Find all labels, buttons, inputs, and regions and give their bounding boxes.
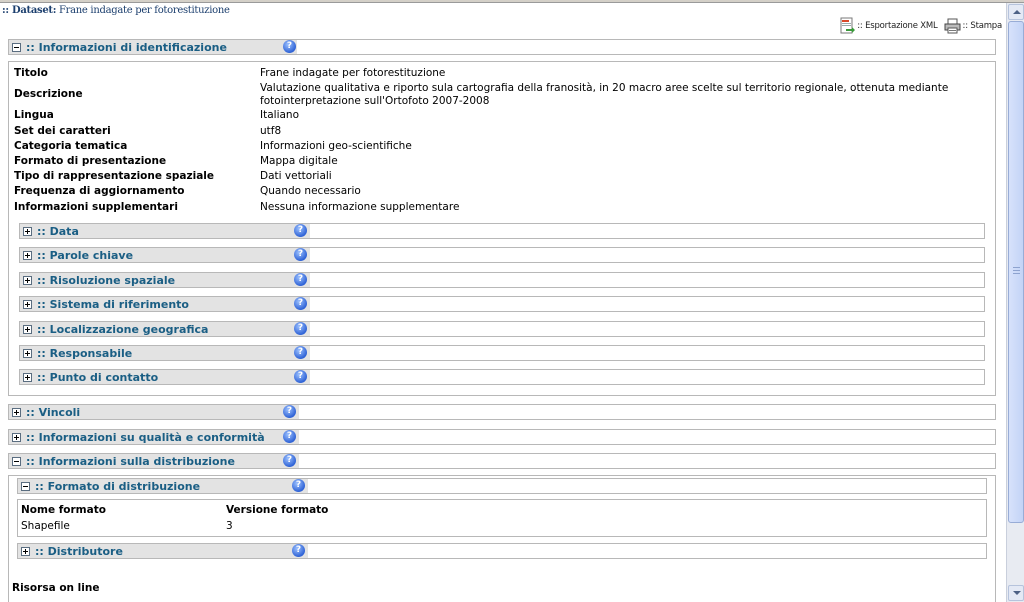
scroll-thumb[interactable] bbox=[1008, 21, 1024, 523]
print-label: :: Stampa bbox=[962, 21, 1003, 31]
xml-export-icon bbox=[840, 17, 856, 34]
help-icon[interactable]: ? bbox=[292, 544, 305, 557]
arrow-down-icon bbox=[1013, 591, 1021, 595]
section-title[interactable]: :: Responsabile bbox=[37, 347, 132, 360]
section-title[interactable]: :: Informazioni sulla distribuzione bbox=[26, 455, 235, 468]
grip-line bbox=[1013, 270, 1020, 271]
collapse-icon[interactable] bbox=[12, 42, 21, 52]
field-label: Set dei caratteri bbox=[14, 125, 111, 137]
table-cell: 3 bbox=[226, 520, 233, 532]
column-header: Nome formato bbox=[21, 504, 106, 516]
print-button[interactable]: :: Stampa bbox=[944, 18, 1002, 34]
help-icon[interactable]: ? bbox=[294, 273, 307, 286]
help-icon[interactable]: ? bbox=[292, 479, 305, 492]
section-title[interactable]: :: Distributore bbox=[35, 545, 123, 558]
field-value: Italiano bbox=[260, 109, 299, 121]
expand-icon[interactable] bbox=[23, 299, 32, 309]
section-qualita: :: Informazioni su qualità e conformità … bbox=[8, 429, 996, 445]
help-icon[interactable]: ? bbox=[294, 224, 307, 237]
help-icon[interactable]: ? bbox=[294, 370, 307, 383]
grip-line bbox=[1013, 273, 1020, 274]
help-icon[interactable]: ? bbox=[283, 454, 296, 467]
section-distribuzione: :: Informazioni sulla distribuzione ? bbox=[8, 453, 996, 469]
help-icon[interactable]: ? bbox=[294, 322, 307, 335]
dataset-name: Frane indagate per fotorestituzione bbox=[59, 5, 230, 16]
section-title[interactable]: :: Parole chiave bbox=[37, 249, 133, 262]
subsection-localizzazione: :: Localizzazione geografica ? bbox=[19, 321, 985, 337]
field-value: Quando necessario bbox=[260, 185, 361, 197]
field-value: Frane indagate per fotorestituzione bbox=[260, 67, 446, 79]
field-label: Formato di presentazione bbox=[14, 155, 167, 167]
column-header: Versione formato bbox=[226, 504, 329, 516]
field-value: Dati vettoriali bbox=[260, 170, 332, 182]
grip-line bbox=[1013, 267, 1020, 268]
section-title[interactable]: :: Localizzazione geografica bbox=[37, 323, 208, 336]
field-label: Categoria tematica bbox=[14, 140, 128, 152]
section-title[interactable]: :: Risoluzione spaziale bbox=[37, 274, 175, 287]
section-title[interactable]: :: Formato di distribuzione bbox=[35, 480, 200, 493]
field-label: Informazioni supplementari bbox=[14, 201, 178, 213]
section-title[interactable]: :: Punto di contatto bbox=[37, 371, 158, 384]
field-value: Nessuna informazione supplementare bbox=[260, 201, 460, 213]
section-identificazione: :: Informazioni di identificazione ? bbox=[8, 39, 996, 55]
expand-icon[interactable] bbox=[23, 226, 32, 236]
section-vincoli: :: Vincoli ? bbox=[8, 404, 996, 420]
collapse-icon[interactable] bbox=[12, 456, 21, 466]
expand-icon[interactable] bbox=[12, 432, 21, 442]
section-title[interactable]: :: Data bbox=[37, 225, 79, 238]
expand-icon[interactable] bbox=[23, 250, 32, 260]
field-label: Descrizione bbox=[14, 88, 83, 100]
format-table bbox=[17, 499, 987, 537]
dataset-prefix: :: Dataset: bbox=[2, 5, 57, 16]
help-icon[interactable]: ? bbox=[283, 430, 296, 443]
field-label: Titolo bbox=[14, 67, 48, 79]
distribution-panel bbox=[8, 475, 996, 602]
printer-icon bbox=[944, 18, 961, 34]
export-xml-label: :: Esportazione XML bbox=[857, 21, 938, 31]
subsection-data: :: Data ? bbox=[19, 223, 985, 239]
table-cell: Shapefile bbox=[21, 520, 70, 532]
expand-icon[interactable] bbox=[23, 275, 32, 285]
section-title[interactable]: :: Sistema di riferimento bbox=[37, 298, 189, 311]
subsection-responsabile: :: Responsabile ? bbox=[19, 345, 985, 361]
field-label: Lingua bbox=[14, 109, 54, 121]
field-value: utf8 bbox=[260, 125, 282, 137]
vertical-scrollbar[interactable] bbox=[1006, 3, 1024, 602]
field-value: Informazioni geo-scientifiche bbox=[260, 140, 412, 152]
collapse-icon[interactable] bbox=[21, 481, 30, 491]
scroll-down-button[interactable] bbox=[1008, 585, 1024, 601]
section-title[interactable]: :: Vincoli bbox=[26, 406, 80, 419]
scroll-up-button[interactable] bbox=[1008, 4, 1024, 20]
subsection-sistema-riferimento: :: Sistema di riferimento ? bbox=[19, 296, 985, 312]
subsection-distributore: :: Distributore ? bbox=[17, 543, 987, 559]
field-label: Tipo di rappresentazione spaziale bbox=[14, 170, 215, 182]
help-icon[interactable]: ? bbox=[283, 40, 296, 53]
help-icon[interactable]: ? bbox=[294, 346, 307, 359]
expand-icon[interactable] bbox=[23, 324, 32, 334]
expand-icon[interactable] bbox=[21, 546, 30, 556]
toolbar: :: Esportazione XML :: Stampa bbox=[839, 17, 1002, 35]
subsection-formato-distribuzione: :: Formato di distribuzione ? bbox=[17, 478, 987, 494]
expand-icon[interactable] bbox=[12, 407, 21, 417]
metadata-page: :: Dataset: Frane indagate per fotoresti… bbox=[0, 3, 1006, 602]
subsection-parole-chiave: :: Parole chiave ? bbox=[19, 247, 985, 263]
subsection-risoluzione: :: Risoluzione spaziale ? bbox=[19, 272, 985, 288]
field-label: Risorsa on line bbox=[12, 582, 100, 594]
section-title[interactable]: :: Informazioni su qualità e conformità bbox=[26, 431, 265, 444]
expand-icon[interactable] bbox=[23, 372, 32, 382]
expand-icon[interactable] bbox=[23, 348, 32, 358]
help-icon[interactable]: ? bbox=[294, 297, 307, 310]
subsection-punto-contatto: :: Punto di contatto ? bbox=[19, 369, 985, 385]
dataset-title: :: Dataset: Frane indagate per fotoresti… bbox=[2, 5, 230, 16]
field-value: Valutazione qualitativa e riporto sula c… bbox=[260, 82, 949, 107]
field-value: Mappa digitale bbox=[260, 155, 338, 167]
help-icon[interactable]: ? bbox=[294, 248, 307, 261]
section-title[interactable]: :: Informazioni di identificazione bbox=[26, 41, 227, 54]
export-xml-button[interactable]: :: Esportazione XML bbox=[839, 17, 938, 35]
field-label: Frequenza di aggiornamento bbox=[14, 185, 185, 197]
arrow-up-icon bbox=[1013, 10, 1021, 14]
help-icon[interactable]: ? bbox=[283, 405, 296, 418]
